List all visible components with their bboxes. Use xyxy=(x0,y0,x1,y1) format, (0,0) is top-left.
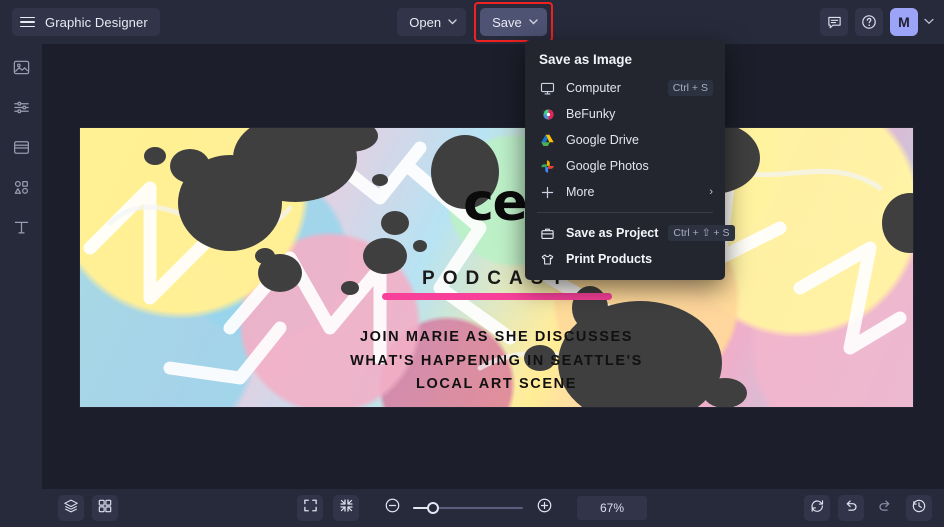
save-menu-title: Save as Image xyxy=(539,52,633,67)
menu-item-google-drive[interactable]: Google Drive xyxy=(525,127,725,153)
plus-circle-icon xyxy=(536,497,553,519)
save-dropdown-menu: Save as Image Computer Ctrl + S BeFunky … xyxy=(525,40,735,280)
open-button-label: Open xyxy=(409,14,442,30)
zoom-level-value: 67% xyxy=(599,501,625,515)
menu-item-shortcut: Ctrl + ⇧ + S xyxy=(668,225,735,241)
account-chevron-down-icon[interactable] xyxy=(924,17,934,28)
app-root: Graphic Designer Open Save M ce PODCAST … xyxy=(0,0,944,527)
workspace: ce PODCAST JOIN MARIE AS SHE DISCUSSES W… xyxy=(42,44,944,489)
redo-button[interactable] xyxy=(872,495,898,521)
google-drive-icon xyxy=(539,132,556,149)
monitor-icon xyxy=(539,80,556,97)
question-circle-icon xyxy=(861,14,877,30)
feedback-button[interactable] xyxy=(820,8,848,36)
save-button-wrapper: Save xyxy=(474,2,553,42)
menu-item-label: More xyxy=(566,185,595,199)
menu-item-print-products[interactable]: Print Products xyxy=(525,246,725,272)
redo-icon xyxy=(877,498,893,519)
artwork-headline[interactable]: ce xyxy=(463,173,528,233)
fit-to-screen-button[interactable] xyxy=(333,495,359,521)
google-photos-icon xyxy=(539,158,556,175)
sidebar-item-templates[interactable] xyxy=(7,138,35,162)
zoom-level-input[interactable]: 67% xyxy=(577,496,647,520)
history-icon xyxy=(911,498,927,519)
menu-item-befunky[interactable]: BeFunky xyxy=(525,101,725,127)
plus-icon xyxy=(539,184,556,201)
bottom-toolbar: 67% xyxy=(0,489,944,527)
sidebar-item-graphics[interactable] xyxy=(7,178,35,202)
zoom-slider[interactable] xyxy=(413,500,523,516)
artwork-text-layer: ce PODCAST JOIN MARIE AS SHE DISCUSSES W… xyxy=(80,128,913,407)
menu-divider xyxy=(537,212,713,213)
top-right-actions: M xyxy=(820,0,934,44)
chat-bubble-icon xyxy=(827,15,842,30)
design-canvas[interactable]: ce PODCAST JOIN MARIE AS SHE DISCUSSES W… xyxy=(80,128,913,407)
undo-button[interactable] xyxy=(838,495,864,521)
history-button[interactable] xyxy=(906,495,932,521)
menu-item-save-as-project[interactable]: Save as Project Ctrl + ⇧ + S xyxy=(525,220,735,246)
sidebar-item-image[interactable] xyxy=(7,58,35,82)
sliders-icon xyxy=(12,98,31,122)
chevron-right-icon: › xyxy=(709,186,713,198)
zoom-in-button[interactable] xyxy=(533,497,555,519)
chevron-down-icon xyxy=(529,17,538,27)
artwork-body-line-2[interactable]: WHAT'S HAPPENING IN SEATTLE'S xyxy=(350,353,643,369)
reset-button[interactable] xyxy=(804,495,830,521)
app-menu-button[interactable]: Graphic Designer xyxy=(12,8,160,36)
layout-icon xyxy=(12,138,31,162)
hamburger-icon xyxy=(20,16,35,28)
sidebar-item-text[interactable] xyxy=(7,218,35,242)
artwork-body-line-3[interactable]: LOCAL ART SCENE xyxy=(416,376,577,392)
tshirt-icon xyxy=(539,251,556,268)
expand-icon xyxy=(303,498,318,518)
collapse-icon xyxy=(339,498,354,518)
save-button-label: Save xyxy=(492,14,522,30)
menu-item-label: Google Photos xyxy=(566,159,649,173)
open-button[interactable]: Open xyxy=(397,8,467,36)
befunky-logo-icon xyxy=(539,106,556,123)
sidebar-item-edit[interactable] xyxy=(7,98,35,122)
menu-item-label: Print Products xyxy=(566,252,653,266)
artwork-underline[interactable] xyxy=(381,292,612,300)
minus-circle-icon xyxy=(384,497,401,519)
text-icon xyxy=(12,218,31,242)
top-toolbar: Graphic Designer Open Save M xyxy=(0,0,944,44)
artwork-body-line-1[interactable]: JOIN MARIE AS SHE DISCUSSES xyxy=(360,329,633,345)
undo-icon xyxy=(843,498,859,519)
chevron-down-icon xyxy=(448,17,457,27)
shapes-icon xyxy=(12,178,31,202)
app-title: Graphic Designer xyxy=(45,14,148,30)
help-button[interactable] xyxy=(855,8,883,36)
bottom-right-tools xyxy=(804,495,932,521)
menu-item-label: Google Drive xyxy=(566,133,639,147)
menu-item-more[interactable]: More › xyxy=(525,179,725,205)
menu-item-label: BeFunky xyxy=(566,107,616,121)
left-sidebar xyxy=(0,44,42,527)
briefcase-icon xyxy=(539,225,556,242)
avatar[interactable]: M xyxy=(890,8,918,36)
zoom-slider-handle[interactable] xyxy=(427,502,439,514)
image-icon xyxy=(12,58,31,82)
fullscreen-button[interactable] xyxy=(297,495,323,521)
zoom-controls: 67% xyxy=(0,495,944,521)
save-button[interactable]: Save xyxy=(480,8,547,36)
zoom-out-button[interactable] xyxy=(381,497,403,519)
menu-item-google-photos[interactable]: Google Photos xyxy=(525,153,725,179)
reset-icon xyxy=(809,498,825,519)
menu-item-computer[interactable]: Computer Ctrl + S xyxy=(525,75,725,101)
menu-item-shortcut: Ctrl + S xyxy=(667,80,713,96)
avatar-initial: M xyxy=(898,14,910,30)
menu-item-label: Save as Project xyxy=(566,226,659,240)
menu-item-label: Computer xyxy=(566,81,621,95)
